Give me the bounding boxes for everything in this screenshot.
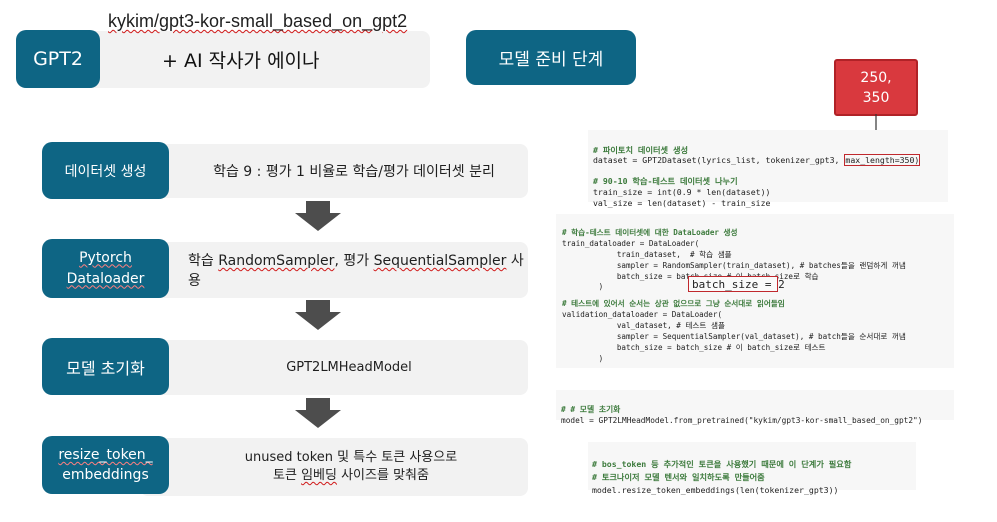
step4-label-box: resize_token_ embeddings [42, 436, 169, 494]
step3-description: GPT2LMHeadModel [286, 360, 412, 375]
code-comment: # 테스트에 있어서 순서는 상관 없으므로 그냥 순서대로 읽어들임 [562, 299, 785, 309]
ai-writer-title: + AI 작사가 에이나 [162, 50, 320, 72]
code-comment: # 90-10 학습-테스트 데이터셋 나누기 [593, 176, 738, 187]
code-comment: # # 모델 초기화 [561, 405, 621, 414]
step3-label-box: 모델 초기화 [42, 338, 169, 395]
stage-title-badge: 모델 준비 단계 [466, 30, 636, 85]
down-arrow-icon [295, 300, 341, 330]
step1-label-box: 데이터셋 생성 [42, 142, 169, 199]
code-blank [593, 166, 943, 177]
batch-size-highlight: batch_size = 2 [688, 276, 785, 292]
step1-description-box: 학습 9 : 평가 1 비율로 학습/평가 데이터셋 분리 [140, 144, 528, 198]
step4-label-line2: embeddings [62, 467, 149, 483]
batch-size-value: batch_size = 2 [692, 278, 785, 291]
code-line: validation_dataloader = DataLoader( [562, 310, 723, 320]
step4-desc-pre: 토큰 [273, 468, 302, 483]
code-comment: # bos_token 등 추가적인 토큰을 사용했기 때문에 이 단계가 필요… [592, 459, 852, 469]
step1-description: 학습 9 : 평가 1 비율로 학습/평가 데이터셋 분리 [213, 164, 495, 180]
code-line: dataset = GPT2Dataset(lyrics_list, token… [593, 154, 943, 167]
step3-description-box: GPT2LMHeadModel [140, 340, 528, 395]
step3-label: 모델 초기화 [66, 358, 145, 378]
code-line: model.resize_token_embeddings(len(tokeni… [592, 485, 839, 495]
step2-label-line1: Pytorch [79, 249, 132, 266]
step4-description-box: unused token 및 특수 토큰 사용으로 토큰 임베딩 사이즈를 맞춰… [140, 438, 528, 496]
code-line: train_size = int(0.9 * len(dataset)) [593, 186, 771, 197]
code-block-dataset: # 파이토치 데이터셋 생성 dataset = GPT2Dataset(lyri… [588, 130, 948, 208]
step4-desc-embedding: 임베딩 [301, 468, 337, 483]
code-comment: # 학습-테스트 데이터셋에 대한 DataLoader 생성 [562, 227, 738, 237]
stage-title: 모델 준비 단계 [498, 50, 604, 70]
step1-label: 데이터셋 생성 [64, 163, 147, 180]
step2-label-box: Pytorch Dataloader [42, 239, 169, 298]
gpt2-badge: GPT2 [16, 30, 100, 88]
down-arrow-icon [295, 398, 341, 428]
code-block-resize: # bos_token 등 추가적인 토큰을 사용했기 때문에 이 단계가 필요… [588, 442, 916, 495]
down-arrow-icon [295, 201, 341, 231]
max-length-callout: 250, 350 [834, 59, 918, 116]
code-comment: # 토크나이저 모델 텐서와 일치하도록 만들어줌 [592, 472, 765, 482]
code-line: sampler = SequentialSampler(val_dataset)… [562, 332, 906, 342]
step2-description: 학습 RandomSampler, 평가 SequentialSampler 사… [140, 250, 528, 290]
step4-desc-post: 사이즈를 맞춰줌 [336, 468, 429, 483]
code-line: val_dataset, # 테스트 샘플 [562, 321, 725, 331]
max-length-values: 250, 350 [860, 69, 892, 106]
code-line: ) [562, 353, 604, 363]
max-length-highlight: max_length=350) [844, 154, 921, 167]
step4-label-line1: resize_token_ [58, 447, 153, 463]
model-name: kykim/gpt3-kor-small_based_on_gpt2 [108, 11, 408, 31]
gpt2-badge-label: GPT2 [33, 48, 83, 70]
step2-desc-mid: , 평가 [334, 253, 374, 269]
step2-desc-random-sampler: RandomSampler [218, 253, 335, 269]
step2-label-line2: Dataloader [66, 270, 145, 287]
code-line: sampler = RandomSampler(train_dataset), … [562, 260, 906, 270]
code-line-pre: dataset = GPT2Dataset(lyrics_list, token… [593, 155, 845, 166]
code-line: model = GPT2LMHeadModel.from_pretrained(… [561, 416, 923, 425]
code-line: batch_size = batch_size # 이 batch_size로 … [562, 342, 826, 352]
step2-desc-pre: 학습 [188, 253, 219, 269]
step4-description-line2: 토큰 임베딩 사이즈를 맞춰줌 [239, 467, 429, 485]
code-line: val_size = len(dataset) - train_size [593, 197, 771, 208]
code-line: train_dataloader = DataLoader( [562, 238, 700, 248]
code-line: train_dataset, # 학습 샘플 [562, 249, 732, 259]
step4-description-line1: unused token 및 특수 토큰 사용으로 [244, 450, 458, 465]
step2-description-box: 학습 RandomSampler, 평가 SequentialSampler 사… [140, 242, 528, 298]
step2-desc-sequential-sampler: SequentialSampler [373, 253, 507, 269]
code-block-model: # # 모델 초기화 model = GPT2LMHeadModel.from_p… [556, 390, 954, 425]
